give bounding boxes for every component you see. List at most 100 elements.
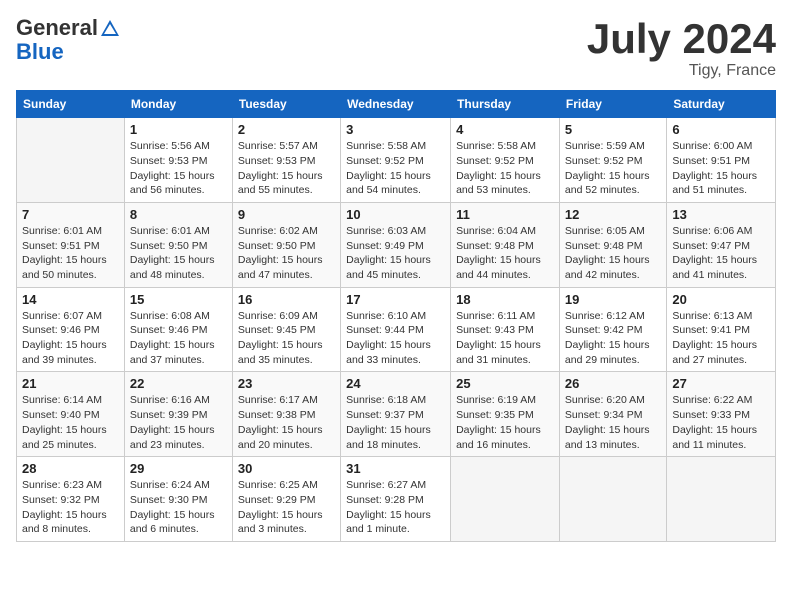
day-number: 4 [456, 122, 554, 137]
day-info: Sunrise: 6:00 AM Sunset: 9:51 PM Dayligh… [672, 139, 770, 198]
day-info: Sunrise: 6:10 AM Sunset: 9:44 PM Dayligh… [346, 309, 445, 368]
column-header-friday: Friday [559, 91, 666, 118]
day-number: 9 [238, 207, 335, 222]
day-number: 8 [130, 207, 227, 222]
day-info: Sunrise: 6:06 AM Sunset: 9:47 PM Dayligh… [672, 224, 770, 283]
calendar-cell: 1Sunrise: 5:56 AM Sunset: 9:53 PM Daylig… [124, 118, 232, 203]
calendar-week-4: 21Sunrise: 6:14 AM Sunset: 9:40 PM Dayli… [17, 372, 776, 457]
day-info: Sunrise: 6:04 AM Sunset: 9:48 PM Dayligh… [456, 224, 554, 283]
calendar-cell: 15 Sunrise: 6:08 AM Sunset: 9:46 PM Dayli… [124, 287, 232, 372]
day-number: 29 [130, 461, 227, 476]
calendar-header-row: SundayMondayTuesdayWednesdayThursdayFrid… [17, 91, 776, 118]
day-info: Sunrise: 6:19 AM Sunset: 9:35 PM Dayligh… [456, 393, 554, 452]
day-info: Sunrise: 6:13 AM Sunset: 9:41 PM Dayligh… [672, 309, 770, 368]
calendar-cell: 27Sunrise: 6:22 AM Sunset: 9:33 PM Dayli… [667, 372, 776, 457]
day-info: Sunrise: 6:03 AM Sunset: 9:49 PM Dayligh… [346, 224, 445, 283]
day-number: 13 [672, 207, 770, 222]
day-info: Sunrise: 6:07 AM Sunset: 9:46 PM Dayligh… [22, 309, 119, 368]
calendar-cell: 18 Sunrise: 6:11 AM Sunset: 9:43 PM Dayli… [451, 287, 560, 372]
day-info: Sunrise: 6:11 AM Sunset: 9:43 PM Dayligh… [456, 309, 554, 368]
calendar-cell [17, 118, 125, 203]
day-info: Sunrise: 6:01 AM Sunset: 9:51 PM Dayligh… [22, 224, 119, 283]
calendar-cell: 25 Sunrise: 6:19 AM Sunset: 9:35 PM Dayli… [451, 372, 560, 457]
calendar-cell: 12Sunrise: 6:05 AM Sunset: 9:48 PM Dayli… [559, 202, 666, 287]
day-number: 31 [346, 461, 445, 476]
calendar-cell: 7 Sunrise: 6:01 AM Sunset: 9:51 PM Daylig… [17, 202, 125, 287]
day-info: Sunrise: 5:59 AM Sunset: 9:52 PM Dayligh… [565, 139, 661, 198]
day-info: Sunrise: 5:56 AM Sunset: 9:53 PM Dayligh… [130, 139, 227, 198]
calendar-cell: 24 Sunrise: 6:18 AM Sunset: 9:37 PM Dayli… [341, 372, 451, 457]
day-number: 30 [238, 461, 335, 476]
calendar-cell: 10Sunrise: 6:03 AM Sunset: 9:49 PM Dayli… [341, 202, 451, 287]
calendar-cell: 17 Sunrise: 6:10 AM Sunset: 9:44 PM Dayli… [341, 287, 451, 372]
day-number: 19 [565, 292, 661, 307]
day-info: Sunrise: 6:25 AM Sunset: 9:29 PM Dayligh… [238, 478, 335, 537]
day-info: Sunrise: 6:27 AM Sunset: 9:28 PM Dayligh… [346, 478, 445, 537]
calendar-cell: 23 Sunrise: 6:17 AM Sunset: 9:38 PM Dayli… [232, 372, 340, 457]
column-header-tuesday: Tuesday [232, 91, 340, 118]
day-info: Sunrise: 6:17 AM Sunset: 9:38 PM Dayligh… [238, 393, 335, 452]
day-number: 15 [130, 292, 227, 307]
column-header-monday: Monday [124, 91, 232, 118]
day-info: Sunrise: 5:58 AM Sunset: 9:52 PM Dayligh… [346, 139, 445, 198]
calendar-cell: 26 Sunrise: 6:20 AM Sunset: 9:34 PM Dayli… [559, 372, 666, 457]
day-number: 25 [456, 376, 554, 391]
calendar-cell: 20Sunrise: 6:13 AM Sunset: 9:41 PM Dayli… [667, 287, 776, 372]
logo: General Blue [16, 16, 122, 64]
day-info: Sunrise: 6:18 AM Sunset: 9:37 PM Dayligh… [346, 393, 445, 452]
calendar-cell [451, 457, 560, 542]
day-number: 24 [346, 376, 445, 391]
day-number: 23 [238, 376, 335, 391]
calendar-week-2: 7 Sunrise: 6:01 AM Sunset: 9:51 PM Daylig… [17, 202, 776, 287]
column-header-saturday: Saturday [667, 91, 776, 118]
day-number: 5 [565, 122, 661, 137]
calendar-cell: 3Sunrise: 5:58 AM Sunset: 9:52 PM Daylig… [341, 118, 451, 203]
day-info: Sunrise: 6:01 AM Sunset: 9:50 PM Dayligh… [130, 224, 227, 283]
calendar-week-3: 14 Sunrise: 6:07 AM Sunset: 9:46 PM Dayli… [17, 287, 776, 372]
day-info: Sunrise: 5:57 AM Sunset: 9:53 PM Dayligh… [238, 139, 335, 198]
logo-general: General [16, 15, 98, 40]
calendar-cell: 9 Sunrise: 6:02 AM Sunset: 9:50 PM Daylig… [232, 202, 340, 287]
day-number: 26 [565, 376, 661, 391]
calendar-table: SundayMondayTuesdayWednesdayThursdayFrid… [16, 90, 776, 542]
calendar-cell: 13 Sunrise: 6:06 AM Sunset: 9:47 PM Dayli… [667, 202, 776, 287]
day-number: 21 [22, 376, 119, 391]
day-info: Sunrise: 6:02 AM Sunset: 9:50 PM Dayligh… [238, 224, 335, 283]
day-number: 2 [238, 122, 335, 137]
calendar-cell: 19 Sunrise: 6:12 AM Sunset: 9:42 PM Dayli… [559, 287, 666, 372]
day-number: 11 [456, 207, 554, 222]
day-number: 6 [672, 122, 770, 137]
calendar-cell: 22Sunrise: 6:16 AM Sunset: 9:39 PM Dayli… [124, 372, 232, 457]
day-info: Sunrise: 6:12 AM Sunset: 9:42 PM Dayligh… [565, 309, 661, 368]
column-header-wednesday: Wednesday [341, 91, 451, 118]
calendar-location: Tigy, France [587, 62, 776, 80]
day-info: Sunrise: 6:08 AM Sunset: 9:46 PM Dayligh… [130, 309, 227, 368]
page-header: General Blue July 2024 Tigy, France [16, 16, 776, 80]
day-number: 7 [22, 207, 119, 222]
column-header-thursday: Thursday [451, 91, 560, 118]
day-info: Sunrise: 6:23 AM Sunset: 9:32 PM Dayligh… [22, 478, 119, 537]
day-number: 14 [22, 292, 119, 307]
calendar-cell: 4 Sunrise: 5:58 AM Sunset: 9:52 PM Daylig… [451, 118, 560, 203]
calendar-cell: 2 Sunrise: 5:57 AM Sunset: 9:53 PM Daylig… [232, 118, 340, 203]
calendar-cell: 30 Sunrise: 6:25 AM Sunset: 9:29 PM Dayli… [232, 457, 340, 542]
logo-icon [99, 18, 121, 40]
day-info: Sunrise: 6:20 AM Sunset: 9:34 PM Dayligh… [565, 393, 661, 452]
day-info: Sunrise: 5:58 AM Sunset: 9:52 PM Dayligh… [456, 139, 554, 198]
calendar-cell: 31 Sunrise: 6:27 AM Sunset: 9:28 PM Dayli… [341, 457, 451, 542]
calendar-cell: 21Sunrise: 6:14 AM Sunset: 9:40 PM Dayli… [17, 372, 125, 457]
calendar-cell [559, 457, 666, 542]
calendar-week-1: 1Sunrise: 5:56 AM Sunset: 9:53 PM Daylig… [17, 118, 776, 203]
day-info: Sunrise: 6:16 AM Sunset: 9:39 PM Dayligh… [130, 393, 227, 452]
day-info: Sunrise: 6:05 AM Sunset: 9:48 PM Dayligh… [565, 224, 661, 283]
logo-blue: Blue [16, 40, 122, 64]
column-header-sunday: Sunday [17, 91, 125, 118]
calendar-body: 1Sunrise: 5:56 AM Sunset: 9:53 PM Daylig… [17, 118, 776, 542]
calendar-cell: 6 Sunrise: 6:00 AM Sunset: 9:51 PM Daylig… [667, 118, 776, 203]
day-info: Sunrise: 6:09 AM Sunset: 9:45 PM Dayligh… [238, 309, 335, 368]
day-number: 16 [238, 292, 335, 307]
calendar-cell: 16 Sunrise: 6:09 AM Sunset: 9:45 PM Dayli… [232, 287, 340, 372]
day-number: 18 [456, 292, 554, 307]
day-number: 17 [346, 292, 445, 307]
calendar-cell: 8 Sunrise: 6:01 AM Sunset: 9:50 PM Daylig… [124, 202, 232, 287]
